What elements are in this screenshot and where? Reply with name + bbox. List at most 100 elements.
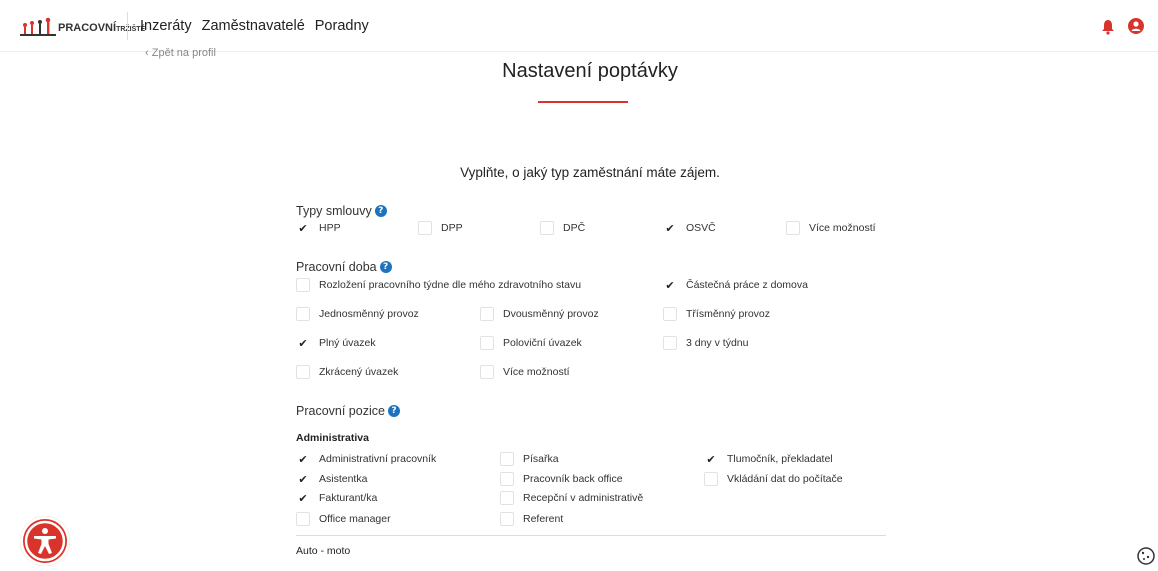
checkbox-label: HPP <box>319 222 341 234</box>
checkbox-label: Částečná práce z domova <box>686 279 808 291</box>
checkbox-box[interactable]: ✔ <box>296 472 310 486</box>
checkbox-box[interactable] <box>418 221 432 235</box>
back-to-profile-link[interactable]: ‹ Zpět na profil <box>145 47 216 59</box>
checkbox-label: Třísměnný provoz <box>686 308 771 320</box>
nav-link-zamestnavatele[interactable]: Zaměstnavatelé <box>202 18 305 34</box>
worktime-section-title: Pracovní doba ? <box>296 260 392 274</box>
checkbox-label: Asistentka <box>319 473 368 485</box>
bell-icon[interactable] <box>1101 19 1115 35</box>
worktime-title-label: Pracovní doba <box>296 260 377 274</box>
checkbox-reduced-time[interactable]: Zkrácený úvazek <box>296 365 398 379</box>
checkbox-box[interactable]: ✔ <box>663 278 677 292</box>
contract-section-title: Typy smlouvy ? <box>296 204 387 218</box>
logo-main-text: PRACOVNÍ <box>58 22 117 34</box>
checkbox-box[interactable]: ✔ <box>296 221 310 235</box>
main-menu: Inzeráty Zaměstnavatelé Poradny <box>140 18 369 34</box>
checkbox-label: Více možností <box>503 366 570 378</box>
help-icon[interactable]: ? <box>379 261 392 273</box>
accessibility-icon <box>24 520 66 562</box>
checkbox-translator[interactable]: ✔ Tlumočník, překladatel <box>704 452 833 466</box>
checkbox-receptionist[interactable]: Recepční v administrativě <box>500 491 643 505</box>
checkbox-label: Písařka <box>523 453 559 465</box>
checkbox-label: Plný úvazek <box>319 337 376 349</box>
nav-link-poradny[interactable]: Poradny <box>315 18 369 34</box>
checkbox-office-manager[interactable]: Office manager <box>296 512 391 526</box>
checkbox-back-office[interactable]: Pracovník back office <box>500 472 623 486</box>
checkbox-three-shift[interactable]: Třísměnný provoz <box>663 307 770 321</box>
checkbox-label: Tlumočník, překladatel <box>727 453 833 465</box>
nav-link-inzeraty[interactable]: Inzeráty <box>140 18 192 34</box>
checkbox-single-shift[interactable]: Jednosměnný provoz <box>296 307 419 321</box>
checkbox-label: Recepční v administrativě <box>523 492 644 504</box>
checkbox-box[interactable] <box>663 336 677 350</box>
checkbox-box[interactable] <box>786 221 800 235</box>
checkbox-full-time[interactable]: ✔ Plný úvazek <box>296 336 376 350</box>
checkbox-box[interactable] <box>500 491 514 505</box>
checkbox-partial-home[interactable]: ✔ Částečná práce z domova <box>663 278 808 292</box>
checkbox-referent[interactable]: Referent <box>500 512 563 526</box>
checkbox-label: Office manager <box>319 513 391 525</box>
category-divider <box>296 535 886 536</box>
nav-divider <box>127 12 128 40</box>
checkbox-box[interactable]: ✔ <box>296 491 310 505</box>
checkbox-box[interactable] <box>500 512 514 526</box>
checkbox-box[interactable] <box>500 452 514 466</box>
checkbox-box[interactable]: ✔ <box>296 452 310 466</box>
checkbox-box[interactable]: ✔ <box>704 452 718 466</box>
checkbox-label: Zkrácený úvazek <box>319 366 399 378</box>
logo-figures-icon <box>20 17 56 36</box>
checkbox-box[interactable] <box>296 365 310 379</box>
user-icon[interactable] <box>1128 18 1144 34</box>
checkbox-label: Jednosměnný provoz <box>319 308 419 320</box>
checkbox-label: Dvousměnný provoz <box>503 308 599 320</box>
checkbox-health-schedule[interactable]: Rozložení pracovního týdne dle mého zdra… <box>296 278 581 292</box>
intro-text: Vyplňte, o jaký typ zaměstnání máte záje… <box>460 165 720 180</box>
help-icon[interactable]: ? <box>374 205 387 217</box>
checkbox-box[interactable]: ✔ <box>663 221 677 235</box>
checkbox-label: Pracovník back office <box>523 473 623 485</box>
checkbox-dpp[interactable]: DPP <box>418 221 463 235</box>
checkbox-three-days[interactable]: 3 dny v týdnu <box>663 336 748 350</box>
logo[interactable]: PRACOVNÍTRŽIŠTĚ <box>20 17 145 37</box>
back-link-label: Zpět na profil <box>151 47 216 59</box>
checkbox-label: Administrativní pracovník <box>319 453 437 465</box>
checkbox-box[interactable] <box>296 278 310 292</box>
checkbox-box[interactable] <box>480 365 494 379</box>
cookie-settings-icon[interactable] <box>1136 546 1156 566</box>
top-navbar: PRACOVNÍTRŽIŠTĚ Inzeráty Zaměstnavatelé … <box>0 0 1158 52</box>
checkbox-box[interactable] <box>663 307 677 321</box>
checkbox-data-entry[interactable]: Vkládání dat do počítače <box>704 472 843 486</box>
checkbox-dpc[interactable]: DPČ <box>540 221 585 235</box>
checkbox-assistant[interactable]: ✔ Asistentka <box>296 472 367 486</box>
checkbox-label: Poloviční úvazek <box>503 337 582 349</box>
checkbox-label: OSVČ <box>686 222 716 234</box>
page-title: Nastavení poptávky <box>502 60 678 82</box>
checkbox-box[interactable] <box>480 307 494 321</box>
checkbox-admin-worker[interactable]: ✔ Administrativní pracovník <box>296 452 436 466</box>
checkbox-more-options[interactable]: Více možností <box>786 221 876 235</box>
checkbox-typist[interactable]: Písařka <box>500 452 559 466</box>
checkbox-box[interactable] <box>296 307 310 321</box>
checkbox-label: Referent <box>523 513 564 525</box>
checkbox-box[interactable] <box>296 512 310 526</box>
category-auto-moto[interactable]: Auto - moto <box>296 545 350 557</box>
checkbox-label: Rozložení pracovního týdne dle mého zdra… <box>319 279 582 291</box>
checkbox-box[interactable] <box>704 472 718 486</box>
checkbox-label: Více možností <box>809 222 876 234</box>
help-icon[interactable]: ? <box>387 405 400 417</box>
category-administrativa: Administrativa <box>296 432 369 444</box>
checkbox-box[interactable]: ✔ <box>296 336 310 350</box>
positions-section-title: Pracovní pozice ? <box>296 404 400 418</box>
title-underline <box>538 101 628 103</box>
checkbox-box[interactable] <box>500 472 514 486</box>
checkbox-box[interactable] <box>480 336 494 350</box>
checkbox-two-shift[interactable]: Dvousměnný provoz <box>480 307 599 321</box>
checkbox-invoicing[interactable]: ✔ Fakturant/ka <box>296 491 377 505</box>
positions-title-label: Pracovní pozice <box>296 404 385 418</box>
checkbox-box[interactable] <box>540 221 554 235</box>
checkbox-more-options-worktime[interactable]: Více možností <box>480 365 570 379</box>
checkbox-hpp[interactable]: ✔ HPP <box>296 221 341 235</box>
accessibility-button[interactable] <box>20 516 70 566</box>
checkbox-half-time[interactable]: Poloviční úvazek <box>480 336 582 350</box>
checkbox-osvc[interactable]: ✔ OSVČ <box>663 221 716 235</box>
